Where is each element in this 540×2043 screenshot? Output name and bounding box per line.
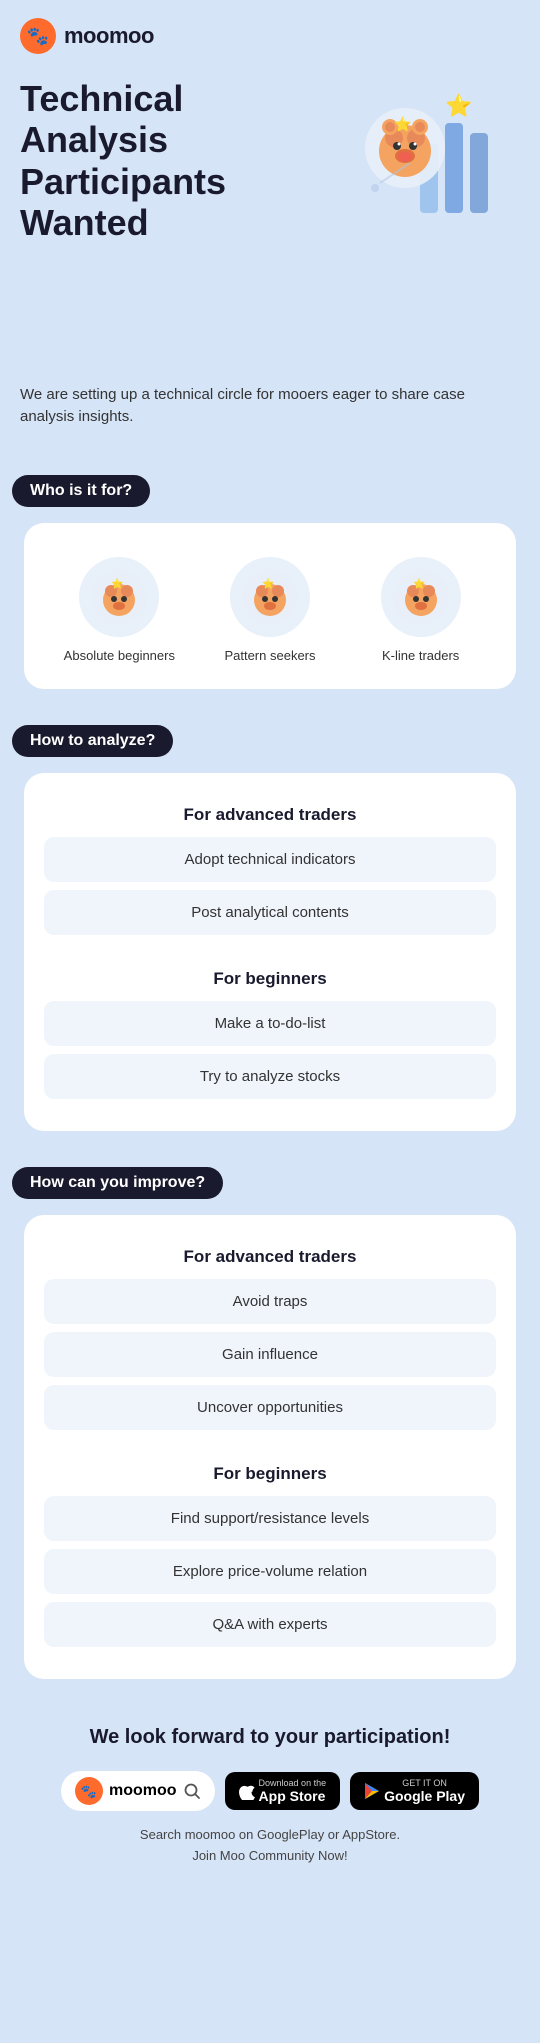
app-store-button[interactable]: Download on the App Store xyxy=(225,1772,341,1810)
app-row: 🐾 moomoo Download on the App Store xyxy=(20,1771,520,1811)
apple-icon xyxy=(239,1782,255,1800)
improve-label: How can you improve? xyxy=(12,1167,223,1199)
moomoo-logo-icon: 🐾 xyxy=(20,18,56,54)
improve-item-4: Find support/resistance levels xyxy=(44,1496,496,1541)
header: 🐾 moomoo xyxy=(0,0,540,78)
beginners-label: Absolute beginners xyxy=(64,647,175,665)
who-label: Who is it for? xyxy=(12,475,150,507)
mascot-container: ⭐ ⭐ xyxy=(350,83,510,233)
svg-text:⭐: ⭐ xyxy=(394,116,411,132)
footer-logo: 🐾 moomoo xyxy=(61,1771,215,1811)
hero-section: Technical Analysis Participants Wanted ⭐ xyxy=(0,78,540,459)
analyze-label: How to analyze? xyxy=(12,725,173,757)
google-play-icon xyxy=(364,1782,380,1800)
mascot-svg: ⭐ ⭐ xyxy=(350,83,510,233)
who-card: ⭐ Absolute beginners ⭐ xyxy=(24,523,516,689)
analyze-item-1: Adopt technical indicators xyxy=(44,837,496,882)
beginners-mascot-svg: ⭐ xyxy=(89,567,149,627)
improve-section-wrapper: How can you improve? For advanced trader… xyxy=(0,1151,540,1679)
logo-text: moomoo xyxy=(64,23,154,49)
app-store-small-text: Download on the xyxy=(259,1778,327,1788)
audience-pattern: ⭐ Pattern seekers xyxy=(202,557,338,665)
improve-beginners-title: For beginners xyxy=(44,1464,496,1484)
analyze-advanced-title: For advanced traders xyxy=(44,805,496,825)
improve-item-3: Uncover opportunities xyxy=(44,1385,496,1430)
svg-text:⭐: ⭐ xyxy=(413,577,425,590)
svg-text:⭐: ⭐ xyxy=(111,577,123,590)
svg-text:🐾: 🐾 xyxy=(81,1784,97,1799)
analyze-section-wrapper: How to analyze? For advanced traders Ado… xyxy=(0,709,540,1131)
footer: We look forward to your participation! 🐾… xyxy=(0,1699,540,1883)
audience-kline: ⭐ K-line traders xyxy=(353,557,489,665)
logo-row: 🐾 moomoo xyxy=(20,18,520,54)
kline-mascot-svg: ⭐ xyxy=(391,567,451,627)
pattern-label: Pattern seekers xyxy=(224,647,315,665)
improve-item-5: Explore price-volume relation xyxy=(44,1549,496,1594)
hero-subtitle: We are setting up a technical circle for… xyxy=(20,384,520,429)
app-store-name: App Store xyxy=(259,1788,327,1804)
analyze-item-3: Make a to-do-list xyxy=(44,1001,496,1046)
improve-item-6: Q&A with experts xyxy=(44,1602,496,1647)
audience-beginners: ⭐ Absolute beginners xyxy=(52,557,188,665)
kline-icon: ⭐ xyxy=(381,557,461,637)
improve-card: For advanced traders Avoid traps Gain in… xyxy=(24,1215,516,1679)
pattern-icon: ⭐ xyxy=(230,557,310,637)
hero-title: Technical Analysis Participants Wanted xyxy=(20,78,320,244)
google-play-button[interactable]: GET IT ON Google Play xyxy=(350,1772,479,1810)
analyze-beginners-title: For beginners xyxy=(44,969,496,989)
pattern-mascot-svg: ⭐ xyxy=(240,567,300,627)
improve-item-2: Gain influence xyxy=(44,1332,496,1377)
footer-note: Search moomoo on GooglePlay or AppStore.… xyxy=(20,1825,520,1867)
footer-note-line1: Search moomoo on GooglePlay or AppStore. xyxy=(140,1827,400,1842)
audience-grid: ⭐ Absolute beginners ⭐ xyxy=(44,557,496,665)
who-section-wrapper: Who is it for? ⭐ Absolute beginne xyxy=(0,459,540,689)
footer-logo-icon: 🐾 xyxy=(75,1777,103,1805)
analyze-item-4: Try to analyze stocks xyxy=(44,1054,496,1099)
footer-cta-text: We look forward to your participation! xyxy=(20,1723,520,1751)
google-play-small-text: GET IT ON xyxy=(384,1778,465,1788)
footer-note-line2: Join Moo Community Now! xyxy=(192,1848,347,1863)
kline-label: K-line traders xyxy=(382,647,459,665)
improve-advanced-title: For advanced traders xyxy=(44,1247,496,1267)
svg-text:⭐: ⭐ xyxy=(445,93,472,118)
footer-logo-text: moomoo xyxy=(109,1782,177,1800)
analyze-card: For advanced traders Adopt technical ind… xyxy=(24,773,516,1131)
improve-item-1: Avoid traps xyxy=(44,1279,496,1324)
svg-text:🐾: 🐾 xyxy=(27,26,49,46)
google-play-name: Google Play xyxy=(384,1788,465,1804)
svg-text:⭐: ⭐ xyxy=(262,577,274,590)
search-icon[interactable] xyxy=(183,1782,201,1800)
analyze-item-2: Post analytical contents xyxy=(44,890,496,935)
beginners-icon: ⭐ xyxy=(79,557,159,637)
